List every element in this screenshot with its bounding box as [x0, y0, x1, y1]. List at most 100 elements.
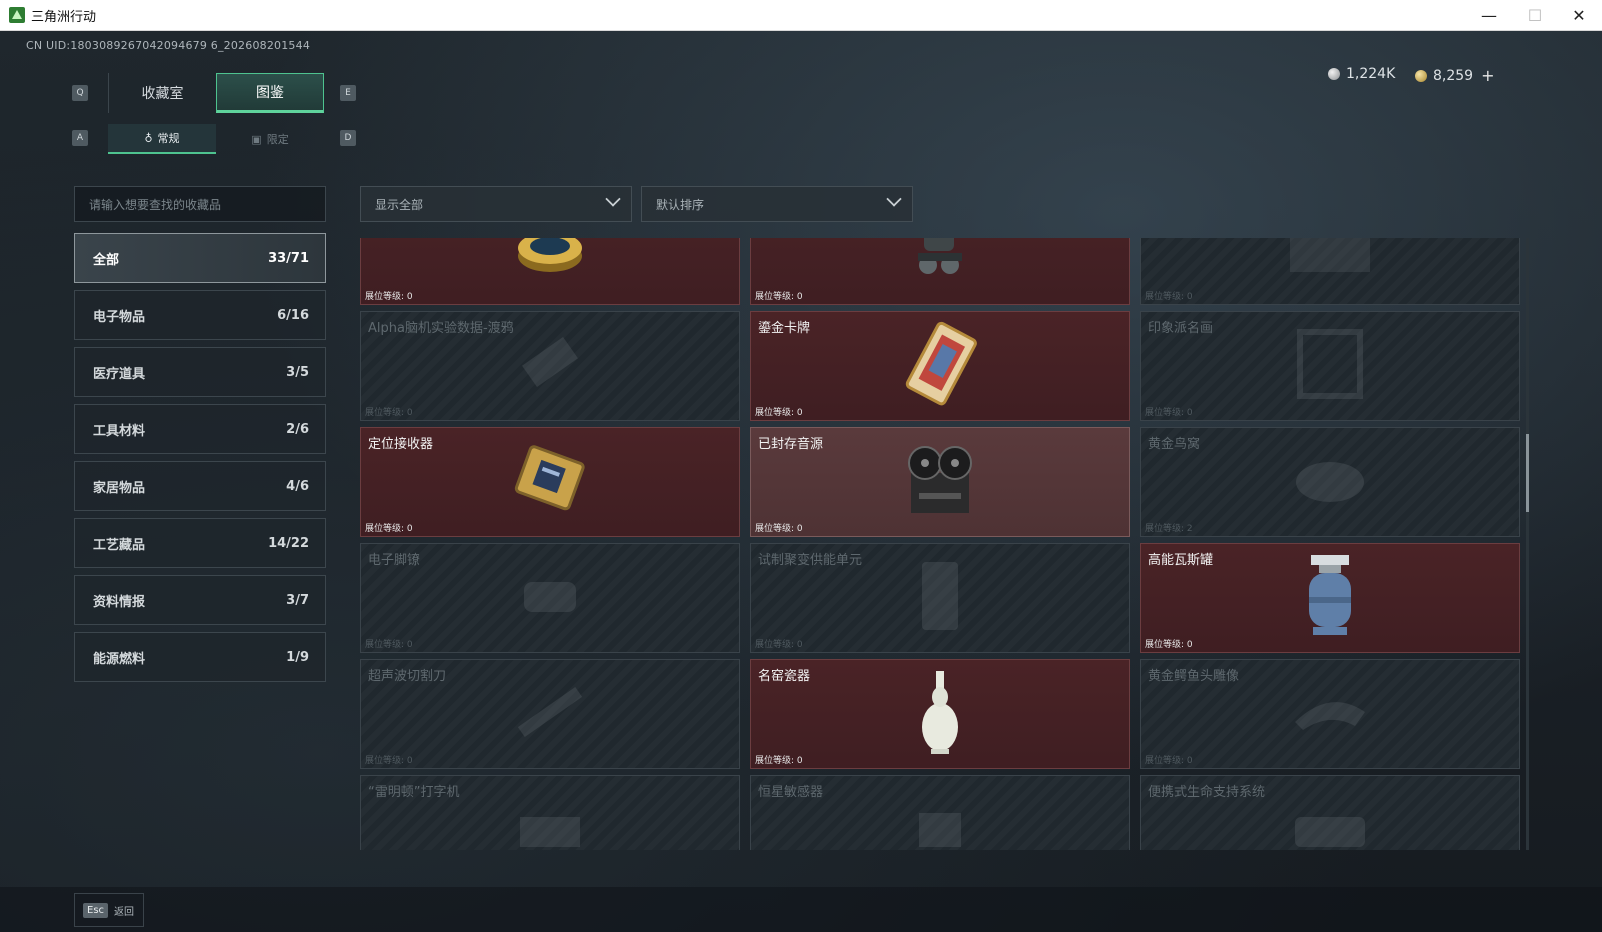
category-item[interactable]: 能源燃料 1/9 [74, 632, 326, 682]
display-level: 展位等级: 2 [1145, 524, 1193, 534]
category-label: 工具材料 [93, 423, 146, 439]
box-icon [1280, 238, 1380, 282]
collectible-card[interactable]: Alpha脑机实验数据-渡鸦 展位等级: 0 [360, 311, 740, 421]
app-logo-icon [9, 7, 25, 23]
collectible-card[interactable]: 展位等级: 0 [1140, 238, 1520, 305]
e-key-hint: E [340, 85, 356, 101]
category-item[interactable]: 全部 33/71 [74, 233, 326, 283]
sort-dropdown[interactable]: 默认排序 [641, 186, 913, 222]
back-label: 返回 [114, 906, 135, 918]
collectible-name: 黄金鳄鱼头雕像 [1148, 669, 1240, 684]
typewriter-icon [510, 803, 590, 850]
collectible-card[interactable]: 电子脚镣 展位等级: 0 [360, 543, 740, 653]
category-label: 能源燃料 [93, 651, 146, 667]
star-sensor-icon [905, 803, 975, 850]
display-level: 展位等级: 0 [1145, 640, 1193, 650]
image-icon: ▣ [251, 132, 262, 146]
bottle-icon: ♁ [144, 131, 153, 145]
tab-catalog[interactable]: 图鉴 [216, 73, 324, 113]
collectible-name: 超声波切割刀 [368, 669, 447, 684]
category-label: 电子物品 [93, 309, 146, 325]
collectible-card[interactable]: 便携式生命支持系统 [1140, 775, 1520, 850]
back-button[interactable]: Esc 返回 [74, 893, 144, 927]
category-item[interactable]: 工具材料 2/6 [74, 404, 326, 454]
search-input[interactable]: 请输入想要查找的收藏品 [74, 186, 326, 222]
collectible-name: 已封存音源 [758, 437, 824, 452]
bird-nest-icon [1285, 450, 1375, 514]
category-label: 工艺藏品 [93, 537, 146, 553]
category-item[interactable]: 电子物品 6/16 [74, 290, 326, 340]
robot-icon [910, 238, 970, 287]
category-count: 3/7 [286, 592, 309, 608]
tab-collection-room[interactable]: 收藏室 [108, 73, 216, 113]
display-level: 展位等级: 0 [755, 408, 803, 418]
subtab-regular-label: 常规 [157, 132, 180, 145]
category-label: 全部 [93, 252, 120, 268]
category-count: 33/71 [268, 250, 309, 266]
game-area: CN UID:1803089267042094679 6_20260820154… [0, 31, 1602, 932]
maximize-button[interactable]: ☐ [1512, 0, 1558, 31]
painting-icon [1290, 324, 1370, 408]
collectible-card[interactable]: 鎏金卡牌 展位等级: 0 [750, 311, 1130, 421]
filter-dropdown[interactable]: 显示全部 [360, 186, 632, 222]
minimize-button[interactable]: — [1466, 0, 1512, 31]
collectible-name: “雷明顿”打字机 [368, 785, 460, 800]
collectible-card[interactable]: 恒星敏感器 [750, 775, 1130, 850]
scrollbar-thumb[interactable] [1526, 434, 1529, 512]
filter-dropdown-value: 显示全部 [375, 197, 424, 212]
display-level: 展位等级: 0 [755, 292, 803, 302]
collectible-card[interactable]: 黄金鳄鱼头雕像展位等级: 0 [1140, 659, 1520, 769]
category-count: 14/22 [268, 535, 309, 551]
subtab-regular[interactable]: ♁ 常规 [108, 124, 216, 154]
collectible-card[interactable]: 试制聚变供能单元 展位等级: 0 [750, 543, 1130, 653]
collectible-card[interactable]: 定位接收器 展位等级: 0 [360, 427, 740, 537]
category-count: 4/6 [286, 478, 309, 494]
collectible-name: 电子脚镣 [368, 553, 421, 568]
item-grid: 展位等级: 0 展位等级: 0 展位等级: 0 Alpha脑机实验数据-渡鸦 展位等级:… [360, 238, 1520, 850]
collectible-name: 试制聚变供能单元 [758, 553, 863, 568]
collectible-card[interactable]: 超声波切割刀 展位等级: 0 [360, 659, 740, 769]
category-count: 2/6 [286, 421, 309, 437]
window-title: 三角洲行动 [31, 9, 97, 25]
esc-key-hint: Esc [83, 902, 109, 918]
collectible-name: 便携式生命支持系统 [1148, 785, 1266, 800]
category-item[interactable]: 医疗道具 3/5 [74, 347, 326, 397]
category-item[interactable]: 资料情报 3/7 [74, 575, 326, 625]
gas-canister-icon [1295, 551, 1365, 645]
add-currency-button[interactable]: + [1481, 66, 1494, 85]
display-level: 展位等级: 0 [365, 292, 413, 302]
caviar-tin-icon [510, 238, 590, 282]
display-level: 展位等级: 0 [755, 524, 803, 534]
d-key-hint: D [340, 130, 356, 146]
collectible-name: 高能瓦斯罐 [1148, 553, 1214, 568]
porcelain-vase-icon [915, 667, 965, 761]
category-label: 家居物品 [93, 480, 146, 496]
category-count: 1/9 [286, 649, 309, 665]
subtab-limited[interactable]: ▣ 限定 [216, 124, 324, 154]
grid-scrollbar[interactable] [1526, 238, 1529, 850]
data-drive-icon [505, 329, 595, 403]
collectible-card[interactable]: 已封存音源展位等级: 0 [750, 427, 1130, 537]
collectible-card[interactable]: 展位等级: 0 [360, 238, 740, 305]
chevron-down-icon [886, 191, 902, 207]
collectible-card[interactable]: 印象派名画 展位等级: 0 [1140, 311, 1520, 421]
window-titlebar: 三角洲行动 — ☐ ✕ [0, 0, 1602, 31]
collectible-card[interactable]: 黄金鸟窝展位等级: 2 [1140, 427, 1520, 537]
collectible-name: 黄金鸟窝 [1148, 437, 1201, 452]
collectible-name: 恒星敏感器 [758, 785, 824, 800]
category-item[interactable]: 工艺藏品 14/22 [74, 518, 326, 568]
gold-coin-icon [1415, 69, 1427, 82]
collectible-card[interactable]: “雷明顿”打字机 [360, 775, 740, 850]
close-button[interactable]: ✕ [1556, 0, 1602, 31]
collectible-name: 印象派名画 [1148, 321, 1214, 336]
display-level: 展位等级: 0 [1145, 756, 1193, 766]
chevron-down-icon [605, 191, 621, 207]
category-item[interactable]: 家居物品 4/6 [74, 461, 326, 511]
display-level: 展位等级: 0 [1145, 292, 1193, 302]
a-key-hint: A [72, 130, 88, 146]
category-label: 医疗道具 [93, 366, 146, 382]
collectible-card[interactable]: 高能瓦斯罐展位等级: 0 [1140, 543, 1520, 653]
collectible-card[interactable]: 名窑瓷器 展位等级: 0 [750, 659, 1130, 769]
gold-currency: 8,259 + [1415, 66, 1495, 85]
collectible-card[interactable]: 展位等级: 0 [750, 238, 1130, 305]
